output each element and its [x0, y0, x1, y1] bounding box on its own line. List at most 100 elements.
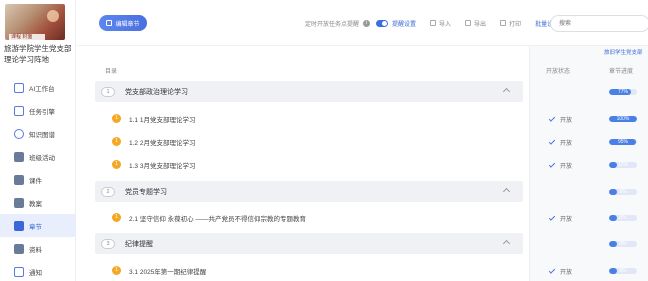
export-button[interactable]: 导出 [465, 19, 486, 28]
search-input[interactable] [550, 15, 648, 32]
section-title: 1.1 1月党支部理论学习 [129, 116, 196, 124]
import-icon [430, 20, 437, 26]
reminder-setting-link[interactable]: 提醒设置 [392, 19, 416, 28]
sidebar-item-label: 课件 [29, 177, 42, 185]
open-status-label: 开放 [560, 117, 573, 124]
open-status[interactable]: 开放 [548, 160, 579, 170]
open-status[interactable]: 开放 [548, 137, 579, 147]
print-label: 打印 [509, 21, 522, 28]
sidebar-item-label: 章节 [29, 223, 42, 231]
sidebar-item-label: 任务引擎 [29, 108, 55, 116]
sidebar-nav: AI工作台 任务引擎 知识图谱 班级活动 课件 教案 章节 资料 通知 [0, 76, 76, 281]
import-label: 导入 [439, 21, 452, 28]
open-status[interactable]: 开放 [548, 266, 579, 276]
check-icon [548, 114, 556, 122]
progress-label: 8% [619, 241, 627, 247]
print-button[interactable]: 打印 [500, 19, 521, 28]
progress-bar: 8% [609, 215, 637, 221]
sidebar-item-label: 教案 [29, 200, 42, 208]
notice-icon [14, 266, 24, 277]
open-status-label: 开放 [560, 269, 573, 276]
task-engine-icon [14, 105, 24, 116]
check-icon [548, 137, 556, 145]
status-column-heading: 开放状态 [546, 69, 571, 75]
sidebar-item-label: 通知 [29, 269, 42, 277]
sidebar-item-courseware[interactable]: 课件 [0, 168, 76, 191]
import-button[interactable]: 导入 [430, 19, 451, 28]
chapter-number: 1 [101, 86, 115, 97]
open-status[interactable]: 开放 [548, 213, 579, 223]
progress-label: 12% [617, 162, 628, 168]
course-title: 旅游学院学生党支部理论学习阵地 [4, 44, 72, 64]
sidebar-item-label: 资料 [29, 246, 42, 254]
task-dot-icon: 1 [112, 266, 121, 275]
progress-column-heading: 章节进度 [609, 69, 634, 75]
sidebar-item-label: 知识图谱 [29, 131, 55, 139]
sidebar: 课程 封面 旅游学院学生党支部理论学习阵地 AI工作台 任务引擎 知识图谱 班级… [0, 0, 76, 281]
chapter-row[interactable]: 3 纪律提醒 [95, 233, 523, 254]
check-icon [548, 160, 556, 168]
sidebar-item-ai-workbench[interactable]: AI工作台 [0, 76, 76, 99]
chapter-number: 2 [101, 186, 115, 197]
knowledge-graph-icon [14, 128, 24, 139]
sidebar-item-materials[interactable]: 资料 [0, 237, 76, 260]
sidebar-item-knowledge-graph[interactable]: 知识图谱 [0, 122, 76, 145]
edit-icon [106, 20, 113, 26]
section-row[interactable]: 1 1.1 1月党支部理论学习 [95, 108, 523, 129]
sidebar-item-label: AI工作台 [29, 85, 55, 93]
progress-label: 8% [619, 215, 627, 221]
task-dot-icon: 1 [112, 160, 121, 169]
chapter-title: 党员专题学习 [125, 188, 167, 196]
sidebar-item-chapter[interactable]: 章节 [0, 214, 76, 237]
check-icon [548, 213, 556, 221]
reminder-label: 定时开放任务点提醒 [305, 21, 360, 28]
task-dot-icon: 1 [112, 213, 121, 222]
catalog-heading: 目录 [105, 69, 118, 75]
open-status-label: 开放 [560, 216, 573, 223]
chapter-row[interactable]: 1 党支部政治理论学习 [95, 81, 523, 102]
progress-label: 77% [617, 89, 628, 95]
chapter-number: 3 [101, 238, 115, 249]
export-icon [465, 20, 472, 26]
toolbar-actions: 定时开放任务点提醒 i 提醒设置 导入 导出 打印 批量设置 [305, 18, 559, 28]
sidebar-item-label: 班级活动 [29, 154, 55, 162]
section-title: 2.1 坚守信仰 永葆初心 ——共产党员不得信仰宗教的专题教育 [129, 215, 306, 223]
check-icon [548, 266, 556, 274]
task-dot-icon: 1 [112, 137, 121, 146]
reminder-toggle[interactable] [376, 19, 389, 27]
sidebar-item-class-activity[interactable]: 班级活动 [0, 145, 76, 168]
courseware-icon [14, 174, 24, 185]
info-icon[interactable]: i [363, 19, 371, 27]
sidebar-item-notice[interactable]: 通知 [0, 260, 76, 281]
collapse-chevron-icon[interactable] [502, 87, 511, 96]
ai-workbench-icon [14, 82, 24, 93]
progress-bar: 12% [609, 162, 637, 168]
progress-label: 8% [619, 268, 627, 274]
chapter-row[interactable]: 2 党员专题学习 [95, 181, 523, 202]
progress-bar: 8% [609, 241, 637, 247]
edit-chapter-label: 编辑章节 [115, 21, 140, 28]
cover-label: 课程 封面 [9, 34, 45, 40]
sidebar-item-task-engine[interactable]: 任务引擎 [0, 99, 76, 122]
cover-decoration [47, 10, 59, 22]
sidebar-item-lesson-plan[interactable]: 教案 [0, 191, 76, 214]
progress-bar: 100% [609, 116, 637, 122]
progress-bar: 95% [609, 139, 637, 145]
progress-label: 95% [617, 139, 628, 145]
toolbar: 编辑章节 定时开放任务点提醒 i 提醒设置 导入 导出 打印 批量设置 [77, 0, 648, 46]
course-cover-image: 课程 封面 [5, 4, 65, 40]
section-row[interactable]: 1 3.1 2025年第一期纪律提醒 [95, 260, 523, 281]
progress-bar: 8% [609, 189, 637, 195]
collapse-chevron-icon[interactable] [502, 187, 511, 196]
edit-chapter-button[interactable]: 编辑章节 [99, 15, 147, 31]
open-status[interactable]: 开放 [548, 114, 579, 124]
collapse-chevron-icon[interactable] [502, 239, 511, 248]
progress-label: 8% [619, 189, 627, 195]
class-select-dropdown[interactable]: 旅旧学生党支部 [604, 48, 643, 56]
section-row[interactable]: 1 1.2 2月党支部理论学习 [95, 131, 523, 152]
section-row[interactable]: 1 2.1 坚守信仰 永葆初心 ——共产党员不得信仰宗教的专题教育 [95, 207, 523, 228]
open-status-label: 开放 [560, 140, 573, 147]
print-icon [500, 20, 507, 26]
section-row[interactable]: 1 1.3 3月党支部理论学习 [95, 154, 523, 175]
progress-bar: 77% [609, 89, 637, 95]
